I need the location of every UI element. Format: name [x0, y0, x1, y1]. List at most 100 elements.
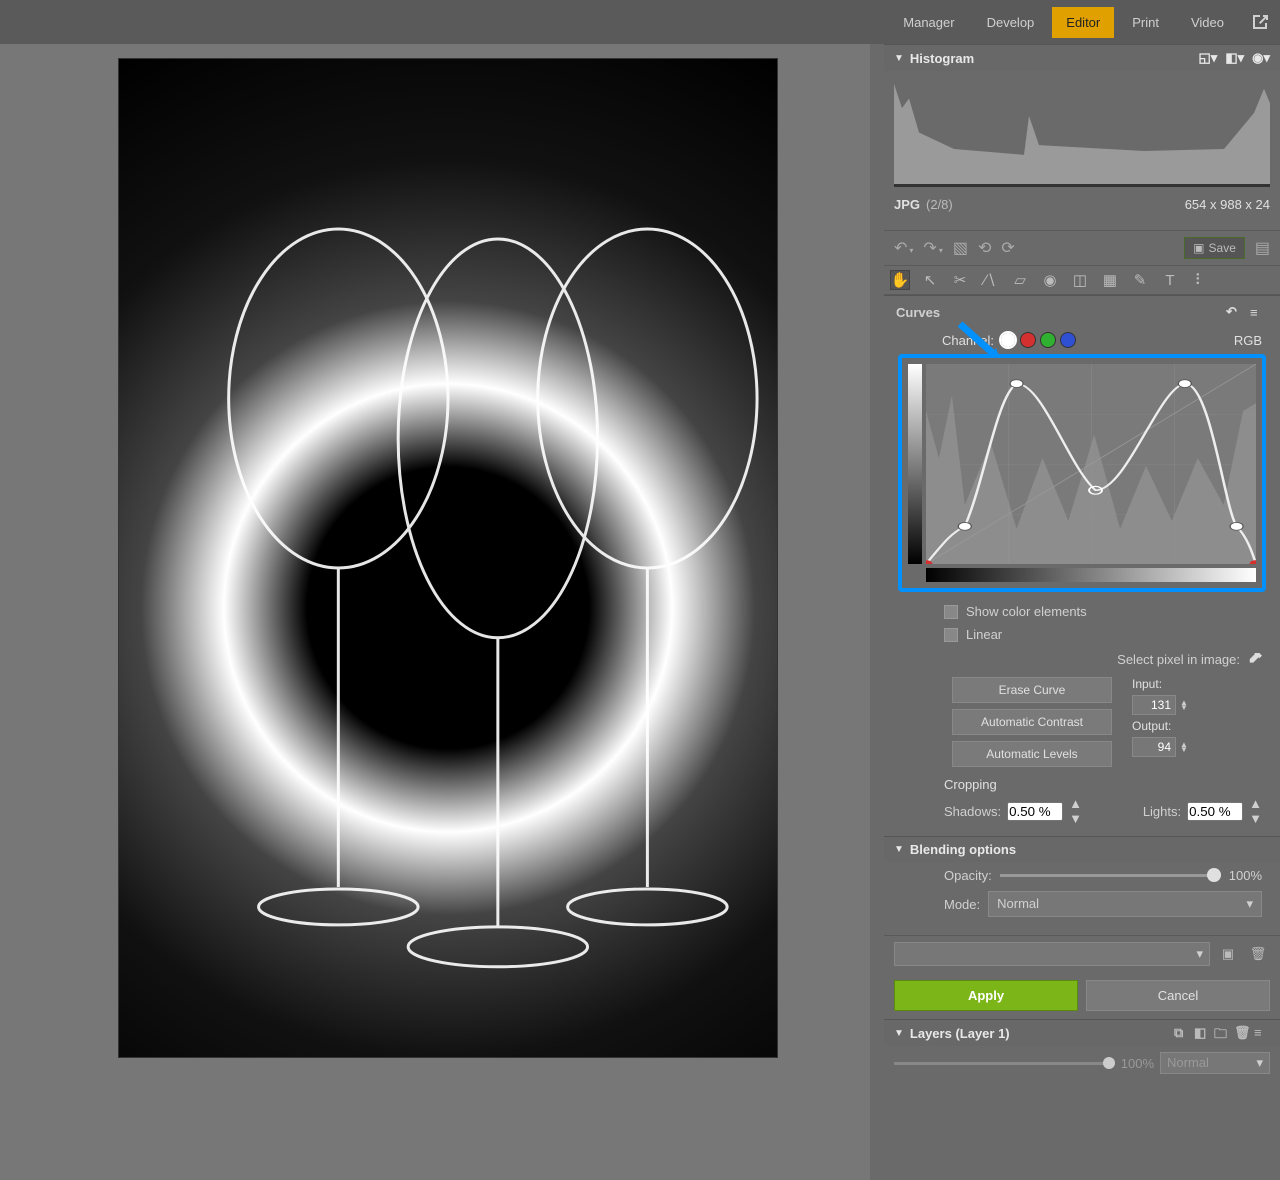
- layers-section: ▼ Layers (Layer 1) ⧉ ◧ 🗀 🗑 ≡ 100% Normal: [884, 1019, 1280, 1080]
- channel-name: RGB: [1234, 333, 1262, 348]
- histogram-title: Histogram: [910, 51, 974, 66]
- blending-title: Blending options: [910, 842, 1016, 857]
- layers-title: Layers (Layer 1): [910, 1026, 1010, 1041]
- collapse-icon[interactable]: ▼: [894, 53, 904, 64]
- perspective-tool-icon[interactable]: ▱: [1010, 270, 1030, 290]
- curves-menu-icon[interactable]: ≡: [1250, 305, 1268, 320]
- collapse-icon[interactable]: ▼: [894, 844, 904, 855]
- channel-label: Channel:: [942, 333, 994, 348]
- image-canvas[interactable]: [0, 44, 870, 1180]
- curves-editor[interactable]: [898, 354, 1266, 592]
- straighten-tool-icon[interactable]: ∕∖: [980, 270, 1000, 290]
- eyedropper-icon[interactable]: [1248, 653, 1262, 667]
- output-stepper[interactable]: ▲▼: [1180, 742, 1192, 752]
- hand-tool-icon[interactable]: ✋: [890, 270, 910, 290]
- brush-tool-icon[interactable]: ✎: [1130, 270, 1150, 290]
- tool-strip: ✋ ↖ ✂ ∕∖ ▱ ◉ ◫ ▦ ✎ T ⠇: [884, 266, 1280, 295]
- collapse-icon[interactable]: ▼: [894, 1028, 904, 1039]
- select-pixel-label: Select pixel in image:: [1117, 652, 1240, 667]
- curves-graph[interactable]: [926, 364, 1256, 564]
- opacity-slider[interactable]: [1000, 874, 1221, 877]
- preview-image: [118, 58, 778, 1058]
- show-color-elements-label: Show color elements: [966, 604, 1087, 619]
- undo-button[interactable]: ↶▾: [894, 238, 913, 258]
- histogram-settings-icon[interactable]: ◉▾: [1252, 50, 1270, 66]
- histogram-chart: [894, 79, 1270, 187]
- apply-button[interactable]: Apply: [894, 980, 1078, 1011]
- output-gradient: [908, 364, 922, 564]
- preset-dropdown[interactable]: ▾: [894, 942, 1210, 966]
- input-value-field[interactable]: [1132, 695, 1176, 715]
- group-layer-icon[interactable]: 🗀: [1214, 1025, 1230, 1041]
- show-color-elements-checkbox[interactable]: [944, 605, 958, 619]
- blending-section: ▼ Blending options Opacity: 100% Mode: N…: [884, 836, 1280, 935]
- tab-print[interactable]: Print: [1118, 7, 1173, 38]
- automatic-contrast-button[interactable]: Automatic Contrast: [952, 709, 1112, 735]
- channel-red-swatch[interactable]: [1020, 332, 1036, 348]
- layer-opacity-value: 100%: [1121, 1056, 1154, 1071]
- layers-menu-icon[interactable]: ≡: [1254, 1025, 1270, 1041]
- save-preset-icon[interactable]: ▣: [1216, 942, 1240, 966]
- more-tools-icon[interactable]: ⠇: [1190, 270, 1210, 290]
- chevron-down-icon: ▾: [1196, 946, 1203, 962]
- duplicate-layer-icon[interactable]: ⧉: [1174, 1025, 1190, 1041]
- linear-checkbox[interactable]: [944, 628, 958, 642]
- image-icon[interactable]: ▧: [953, 238, 968, 258]
- layer-opacity-slider[interactable]: [894, 1062, 1115, 1065]
- right-panel: ▼ Histogram ◱▾ ◧▾ ◉▾ JPG(2/8) 654 x 988 …: [884, 44, 1280, 1180]
- mode-label: Mode:: [944, 897, 980, 912]
- layer-blend-value: Normal: [1167, 1055, 1209, 1071]
- crop-tool-icon[interactable]: ✂: [950, 270, 970, 290]
- text-tool-icon[interactable]: T: [1160, 270, 1180, 290]
- histogram-section: ▼ Histogram ◱▾ ◧▾ ◉▾ JPG(2/8) 654 x 988 …: [884, 44, 1280, 230]
- channel-blue-swatch[interactable]: [1060, 332, 1076, 348]
- shadows-label: Shadows:: [944, 804, 1001, 819]
- lights-field[interactable]: [1187, 802, 1243, 821]
- floppy-icon: ▣: [1193, 241, 1204, 255]
- preset-row: ▾ ▣ 🗑: [884, 935, 1280, 972]
- input-label: Input:: [1132, 677, 1162, 691]
- shadows-stepper[interactable]: ▲▼: [1069, 796, 1082, 826]
- save-as-icon[interactable]: ▤: [1255, 238, 1270, 258]
- curves-title: Curves: [896, 305, 940, 320]
- lights-stepper[interactable]: ▲▼: [1249, 796, 1262, 826]
- blend-mode-dropdown[interactable]: Normal ▾: [988, 891, 1262, 917]
- delete-layer-icon[interactable]: 🗑: [1234, 1025, 1250, 1041]
- pointer-tool-icon[interactable]: ↖: [920, 270, 940, 290]
- delete-preset-icon[interactable]: 🗑: [1246, 942, 1270, 966]
- lights-label: Lights:: [1143, 804, 1181, 819]
- clipping-warning-icon[interactable]: ◱▾: [1199, 50, 1218, 66]
- cancel-button[interactable]: Cancel: [1086, 980, 1270, 1011]
- mask-layer-icon[interactable]: ◧: [1194, 1025, 1210, 1041]
- tab-develop[interactable]: Develop: [973, 7, 1049, 38]
- cropping-title: Cropping: [944, 777, 1262, 792]
- iron-tool-icon[interactable]: ▦: [1100, 270, 1120, 290]
- erase-curve-button[interactable]: Erase Curve: [952, 677, 1112, 703]
- output-value-field[interactable]: [1132, 737, 1176, 757]
- edit-toolbar: ↶▾ ↷▾ ▧ ⟲ ⟳ ▣Save ▤: [884, 230, 1280, 266]
- automatic-levels-button[interactable]: Automatic Levels: [952, 741, 1112, 767]
- redeye-tool-icon[interactable]: ◉: [1040, 270, 1060, 290]
- external-link-icon[interactable]: [1252, 14, 1268, 30]
- channel-green-swatch[interactable]: [1040, 332, 1056, 348]
- rotate-left-icon[interactable]: ⟲: [978, 238, 991, 258]
- redo-button[interactable]: ↷▾: [923, 238, 942, 258]
- shadows-field[interactable]: [1007, 802, 1063, 821]
- histogram-bw-icon[interactable]: ◧▾: [1225, 50, 1244, 66]
- layer-blend-dropdown[interactable]: Normal ▾: [1160, 1052, 1270, 1074]
- input-stepper[interactable]: ▲▼: [1180, 700, 1192, 710]
- chevron-down-icon: ▾: [1256, 1055, 1263, 1071]
- image-dimensions: 654 x 988 x 24: [1185, 197, 1270, 212]
- canvas-scrollbar[interactable]: [870, 44, 884, 1180]
- linear-label: Linear: [966, 627, 1002, 642]
- tab-manager[interactable]: Manager: [889, 7, 968, 38]
- rotate-right-icon[interactable]: ⟳: [1001, 238, 1014, 258]
- tab-editor[interactable]: Editor: [1052, 7, 1114, 38]
- clone-tool-icon[interactable]: ◫: [1070, 270, 1090, 290]
- input-gradient: [926, 568, 1256, 582]
- save-button[interactable]: ▣Save: [1184, 237, 1245, 259]
- tab-video[interactable]: Video: [1177, 7, 1238, 38]
- channel-rgb-swatch[interactable]: [1000, 332, 1016, 348]
- opacity-label: Opacity:: [944, 868, 992, 883]
- undo-curve-icon[interactable]: ↶: [1226, 304, 1244, 320]
